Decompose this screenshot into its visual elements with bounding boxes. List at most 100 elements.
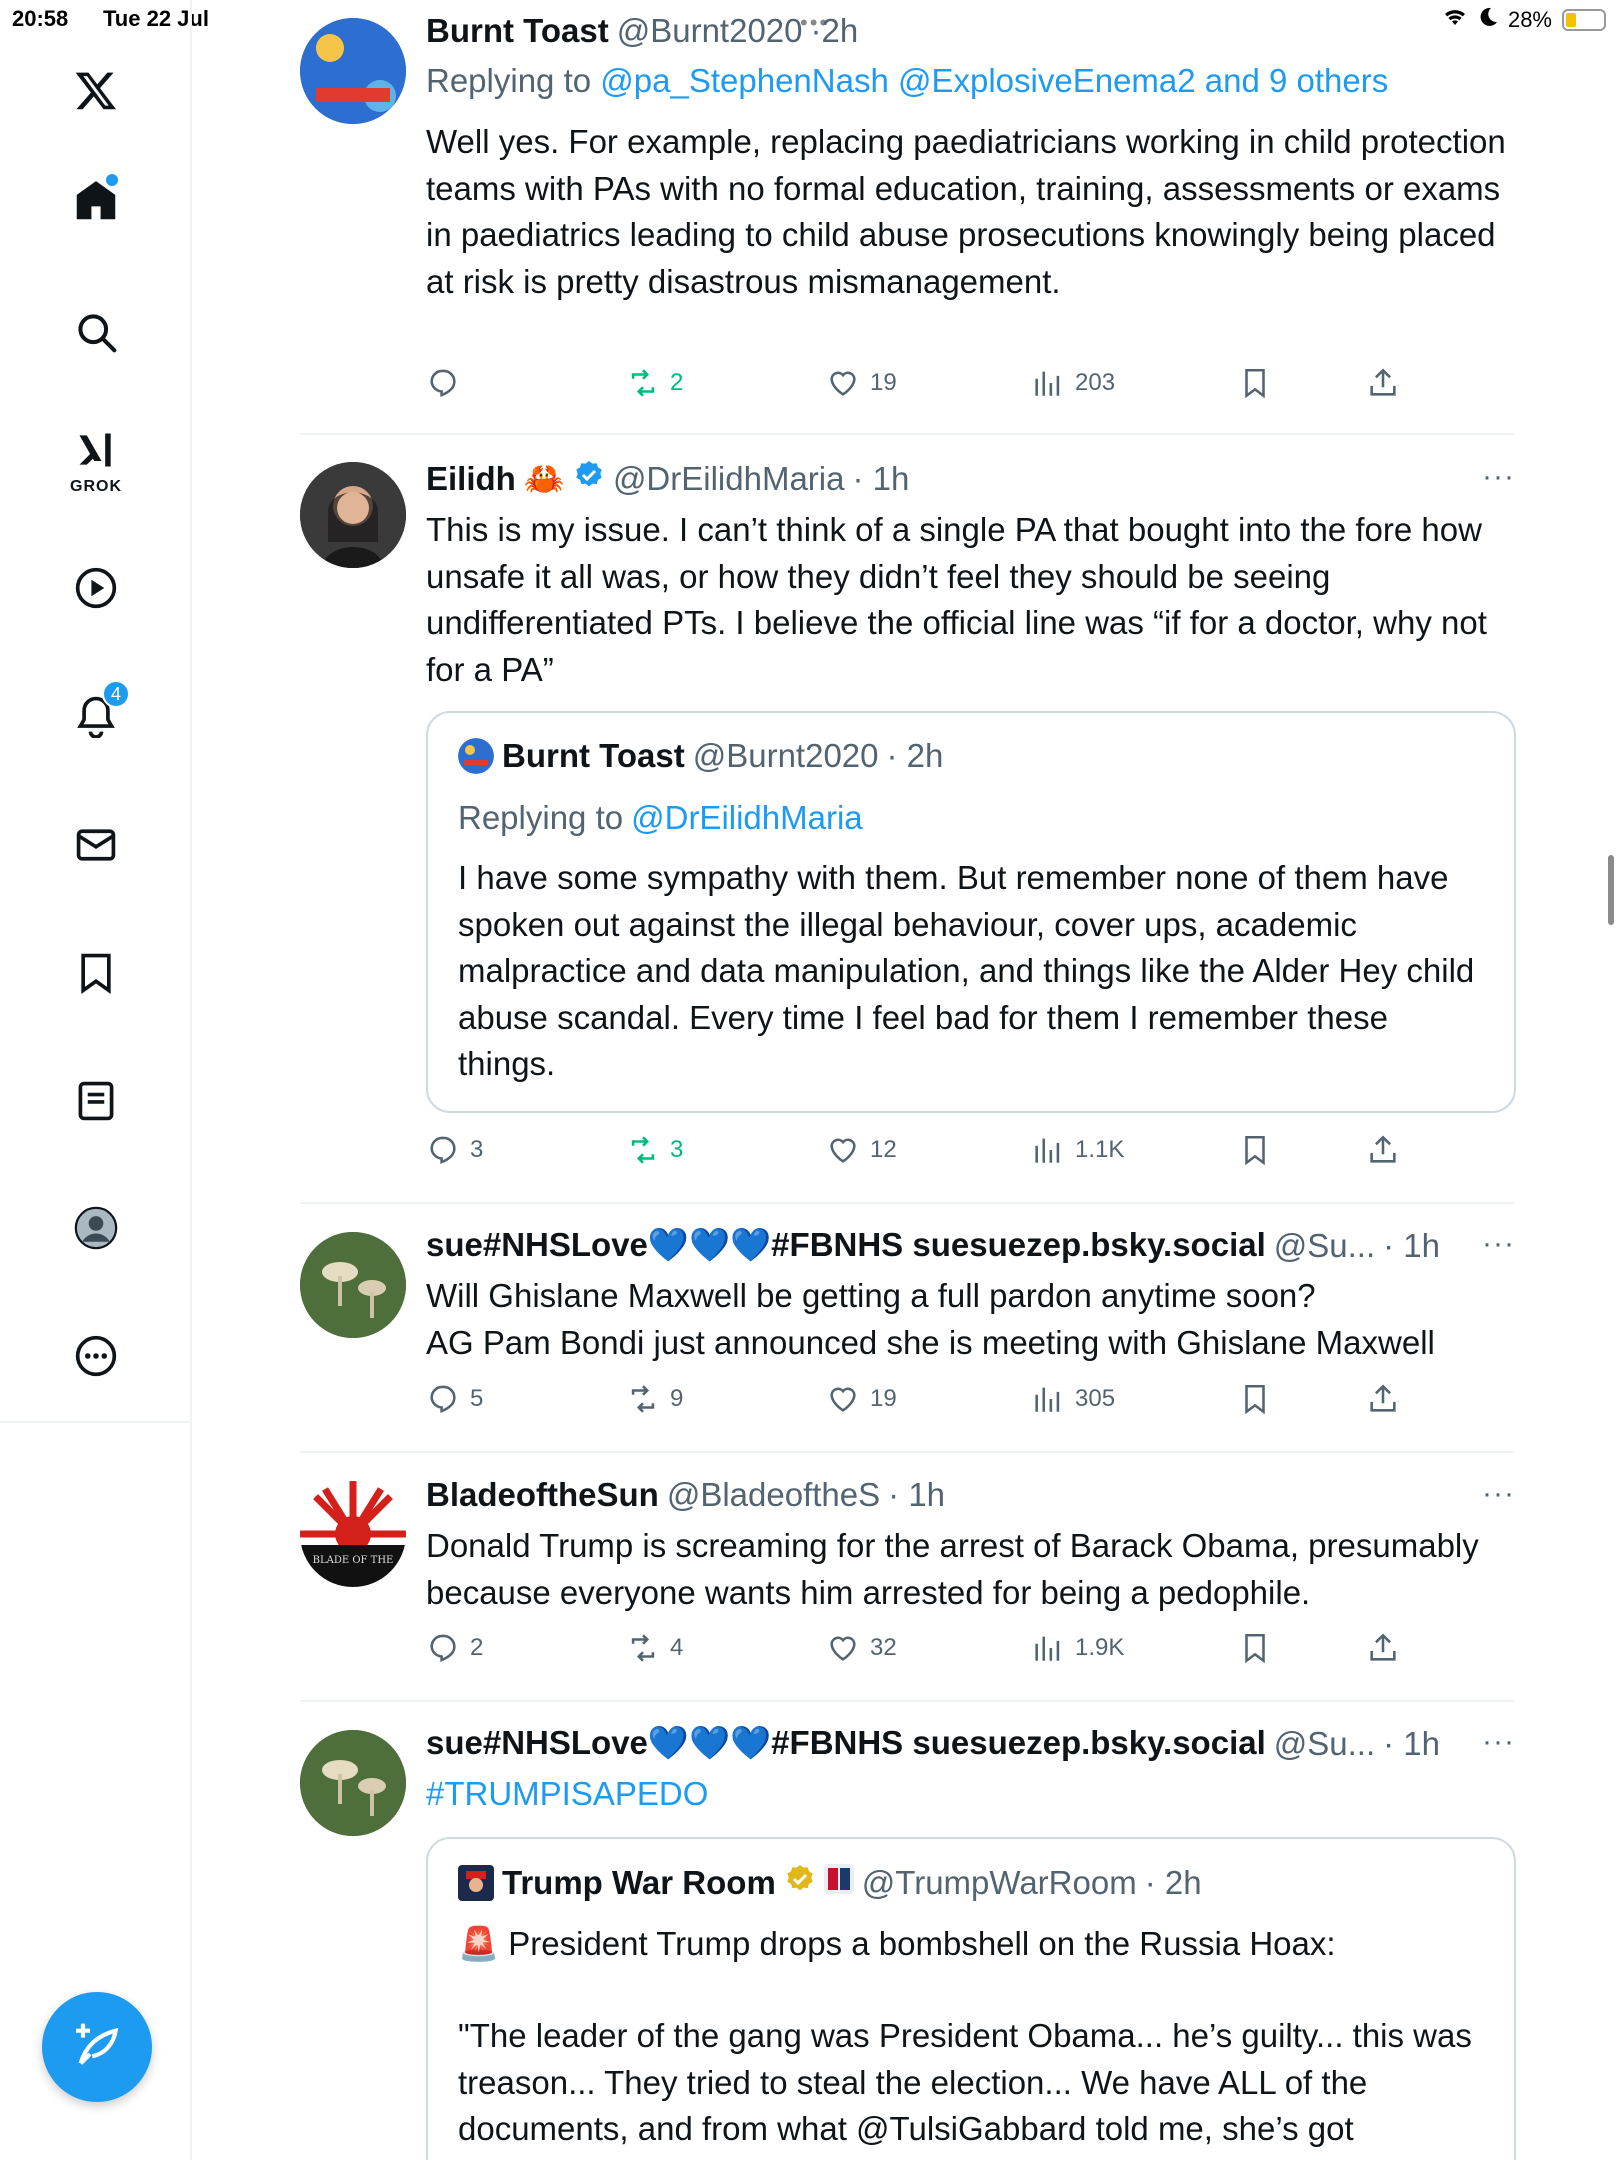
messages-envelope-icon[interactable] <box>64 813 128 877</box>
reply-button[interactable]: 2 <box>426 1631 483 1665</box>
avatar-sue[interactable] <box>300 1232 406 1338</box>
bookmark-button[interactable] <box>1238 1133 1272 1167</box>
like-button[interactable]: 19 <box>826 366 897 400</box>
quote-header: Burnt Toast @Burnt2020 · 2h <box>458 737 943 775</box>
post-time[interactable]: · 1h <box>853 460 910 498</box>
repost-button[interactable]: 2 <box>626 366 683 400</box>
replying-to-links[interactable]: @pa_StephenNash @ExplosiveEnema2 and 9 o… <box>600 62 1388 99</box>
gold-verified-badge-icon <box>784 1863 816 1903</box>
lists-icon[interactable] <box>64 1069 128 1133</box>
like-count: 19 <box>870 1385 897 1412</box>
compose-feather-icon <box>76 2023 119 2065</box>
author-handle[interactable]: @Burnt2020 <box>617 12 803 50</box>
views-chart-icon <box>1035 1387 1060 1412</box>
more-menu-icon[interactable]: ··· <box>1482 1227 1515 1261</box>
author-name[interactable]: sue#NHSLove💙💙💙#FBNHS suesuezep.bsky.soci… <box>426 1724 1266 1763</box>
avatar-sue[interactable] <box>300 1730 406 1836</box>
like-button[interactable]: 32 <box>826 1631 897 1665</box>
author-handle[interactable]: @Su... <box>1274 1227 1375 1265</box>
like-button[interactable]: 12 <box>826 1133 897 1167</box>
views-button[interactable]: 1.1K <box>1031 1133 1124 1167</box>
video-play-icon[interactable] <box>64 556 128 620</box>
quoted-tweet[interactable]: Trump War Room @TrumpWarRoom · 2h 🚨 Pres… <box>426 1837 1516 2160</box>
views-button[interactable]: 203 <box>1031 366 1115 400</box>
repost-icon <box>631 369 655 397</box>
post-time[interactable]: · 1h <box>1383 1725 1440 1763</box>
view-count: 1.1K <box>1075 1136 1125 1163</box>
author-name[interactable]: sue#NHSLove💙💙💙#FBNHS suesuezep.bsky.soci… <box>426 1226 1266 1265</box>
tweet-divider <box>300 1700 1514 1702</box>
more-options-icon[interactable] <box>64 1324 128 1388</box>
tweet-1-actions: 2 19 203 <box>426 366 1516 406</box>
repost-count: 4 <box>670 1634 684 1661</box>
avatar-burnt-toast[interactable] <box>300 18 406 124</box>
compose-post-button[interactable] <box>42 1992 152 2102</box>
more-menu-icon[interactable]: ··· <box>1482 1725 1515 1759</box>
share-button[interactable] <box>1366 1382 1400 1416</box>
views-button[interactable]: 1.9K <box>1031 1631 1124 1665</box>
notifications-bell-icon[interactable]: 4 <box>64 680 130 748</box>
share-icon <box>1370 1135 1396 1163</box>
author-name[interactable]: Burnt Toast <box>426 12 609 50</box>
share-button[interactable] <box>1366 1133 1400 1167</box>
affiliate-badge-icon <box>823 1864 854 1902</box>
author-name[interactable]: BladeoftheSun <box>426 1476 659 1514</box>
avatar-eilidh[interactable] <box>300 462 406 568</box>
tweet-2-actions: 3 3 12 1.1K <box>426 1133 1516 1173</box>
replying-to-prefix: Replying to <box>426 62 601 99</box>
reply-button[interactable]: 5 <box>426 1382 483 1416</box>
battery-percent: 28% <box>1507 7 1552 32</box>
author-handle[interactable]: @DrEilidhMaria <box>613 460 845 498</box>
like-button[interactable]: 19 <box>826 1382 897 1416</box>
reply-button[interactable]: 3 <box>426 1133 483 1167</box>
heart-icon <box>830 1387 856 1412</box>
grok-icon[interactable] <box>64 418 128 482</box>
post-time[interactable]: ·2h <box>811 12 859 50</box>
notifications-count-badge: 4 <box>102 680 130 708</box>
author-handle[interactable]: @BladeoftheS <box>667 1476 880 1514</box>
post-time[interactable]: · 1h <box>1383 1227 1440 1265</box>
bookmark-button[interactable] <box>1238 1382 1272 1416</box>
scrollbar-thumb[interactable] <box>1608 855 1614 925</box>
quoted-tweet[interactable]: Burnt Toast @Burnt2020 · 2h Replying to … <box>426 711 1516 1113</box>
avatar-bladeofthesun[interactable]: BLADE OF THE <box>300 1481 406 1587</box>
quote-line-1: 🚨 President Trump drops a bombshell on t… <box>458 1921 1488 1968</box>
repost-button[interactable]: 4 <box>626 1631 683 1665</box>
quote-author-name: Trump War Room <box>502 1864 776 1901</box>
hashtag-link[interactable]: #TRUMPISAPEDO <box>426 1771 1516 1818</box>
repost-icon <box>631 1634 655 1662</box>
more-menu-icon[interactable]: ··· <box>1482 460 1515 494</box>
tweet-1-header: Burnt Toast @Burnt2020 ·2h <box>426 12 858 50</box>
reply-button[interactable] <box>426 366 470 400</box>
quote-line-1-text: President Trump drops a bombshell on the… <box>508 1925 1336 1962</box>
views-chart-icon <box>1035 1138 1060 1163</box>
replying-to: Replying to @pa_StephenNash @ExplosiveEn… <box>426 62 1388 100</box>
repost-button[interactable]: 3 <box>626 1133 683 1167</box>
quote-replying-link[interactable]: @DrEilidhMaria <box>631 799 863 837</box>
quote-post-time: · 2h <box>886 737 944 774</box>
home-icon[interactable] <box>64 168 128 232</box>
tweet-5-header: sue#NHSLove💙💙💙#FBNHS suesuezep.bsky.soci… <box>426 1724 1440 1763</box>
bookmark-button[interactable] <box>1238 366 1272 400</box>
bookmarks-icon[interactable] <box>64 941 128 1005</box>
bookmark-icon <box>1245 1135 1265 1166</box>
author-name[interactable]: Eilidh <box>426 460 516 498</box>
reply-icon <box>430 1385 456 1413</box>
author-handle[interactable]: @Su... <box>1274 1725 1375 1763</box>
bookmark-button[interactable] <box>1238 1631 1272 1665</box>
heart-icon <box>830 371 856 396</box>
x-logo-icon[interactable] <box>64 58 128 122</box>
share-icon <box>1370 1384 1396 1412</box>
repost-button[interactable]: 9 <box>626 1382 683 1416</box>
share-button[interactable] <box>1366 1631 1400 1665</box>
post-time[interactable]: · 1h <box>888 1476 945 1514</box>
views-button[interactable]: 305 <box>1031 1382 1115 1416</box>
bookmark-icon <box>1245 1384 1265 1415</box>
search-icon[interactable] <box>64 300 128 364</box>
battery-icon <box>1562 9 1606 31</box>
profile-avatar-icon[interactable] <box>64 1196 128 1260</box>
views-chart-icon <box>1035 371 1060 396</box>
more-menu-icon[interactable]: ··· <box>1482 1477 1515 1511</box>
reply-count: 5 <box>470 1385 484 1412</box>
share-button[interactable] <box>1366 366 1400 400</box>
